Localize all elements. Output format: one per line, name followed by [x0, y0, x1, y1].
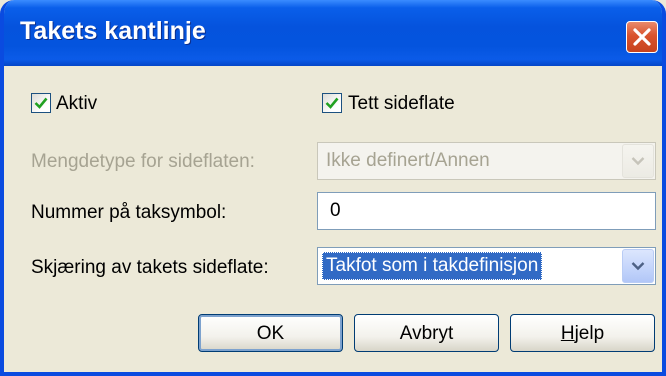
close-icon	[633, 28, 651, 46]
aktiv-checkbox[interactable]	[31, 93, 51, 113]
help-label-rest: jelp	[574, 323, 605, 344]
close-button[interactable]	[626, 21, 658, 53]
aktiv-label[interactable]: Aktiv	[56, 93, 97, 115]
cancel-button[interactable]: Avbryt	[354, 314, 499, 352]
chevron-down-icon	[631, 157, 645, 166]
tett-sideflate-label[interactable]: Tett sideflate	[348, 93, 455, 115]
tett-sideflate-checkbox[interactable]	[322, 93, 342, 113]
nummer-input[interactable]	[318, 193, 655, 229]
ok-button[interactable]: OK	[198, 314, 343, 352]
mengdetype-dropdown-button	[622, 144, 654, 178]
skjaering-dropdown-button[interactable]	[622, 249, 654, 283]
skjaering-label: Skjæring av takets sideflate:	[31, 257, 269, 278]
mengdetype-select: Ikke definert/Annen	[317, 142, 656, 180]
mengdetype-label: Mengdetype for sideflaten:	[31, 151, 255, 172]
mengdetype-value: Ikke definert/Annen	[326, 150, 490, 171]
help-button[interactable]: Hjelp	[510, 314, 655, 352]
help-mnemonic: H	[560, 323, 575, 344]
skjaering-value[interactable]: Takfot som i takdefinisjon	[322, 252, 543, 280]
nummer-field[interactable]	[317, 192, 656, 230]
title-bar[interactable]: Takets kantlinje	[4, 0, 662, 66]
nummer-label: Nummer på taksymbol:	[31, 202, 227, 223]
skjaering-select[interactable]: Takfot som i takdefinisjon	[317, 247, 656, 285]
dialog-title: Takets kantlinje	[20, 17, 206, 45]
checkmark-icon	[34, 97, 48, 109]
dialog-window: Takets kantlinje Aktiv Tett sideflate Me…	[0, 0, 666, 376]
checkmark-icon	[325, 97, 339, 109]
chevron-down-icon	[631, 262, 645, 271]
